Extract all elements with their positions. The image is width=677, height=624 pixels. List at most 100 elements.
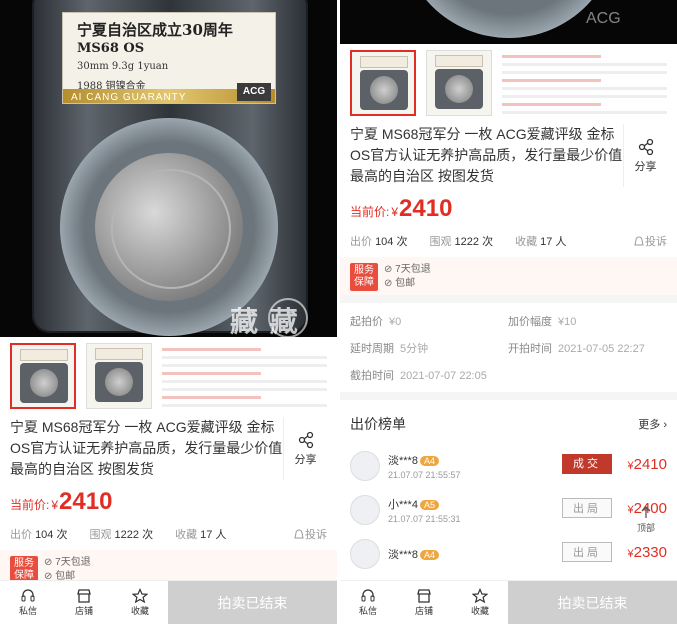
bidder: 淡***8 A4: [388, 546, 439, 562]
more-bids-link[interactable]: 更多 ›: [638, 416, 667, 432]
share-label: 分享: [294, 453, 317, 466]
bids-header: 出价榜单 更多 ›: [340, 400, 677, 444]
avatar: [350, 451, 380, 481]
product-title: 宁夏 MS68冠军分 一枚 ACG爱藏评级 金标OS官方认证无养护高品质，发行量…: [350, 126, 623, 184]
bids-stat: 出价 104 次: [350, 236, 408, 248]
bidder: 小***4 A5 21.07.07 21:55:31: [388, 499, 461, 524]
watermark: 藏 藏: [230, 306, 300, 337]
share-icon: [298, 431, 313, 448]
bidder: 淡***8 A4 21.07.07 21:55:57: [388, 455, 461, 480]
label-guaranty: AI CANG GUARANTY: [71, 92, 187, 103]
coin-photo-sliver[interactable]: ACG: [340, 0, 677, 44]
screenshot: 宁夏自治区成立30周年 MS68 OS 30mm 9.3g 1yuan 1988…: [0, 0, 677, 624]
share-button[interactable]: 分享: [623, 124, 667, 187]
thumbnail-1[interactable]: [350, 50, 416, 116]
price-row: 当前价: ¥ 2410: [0, 480, 337, 516]
label-grade: MS68 OS: [77, 41, 145, 56]
coin: [95, 153, 243, 301]
coin-photo[interactable]: 宁夏自治区成立30周年 MS68 OS 30mm 9.3g 1yuan 1988…: [0, 0, 337, 337]
start-price: 起拍价 ¥0: [350, 315, 402, 328]
divider: [340, 392, 677, 400]
shop-button[interactable]: 店铺: [396, 581, 452, 624]
bids-stat: 出价 104 次: [10, 529, 68, 541]
service-item: ⊘ 包邮: [384, 278, 416, 289]
views-stat: 围观 1222 次: [89, 529, 154, 541]
headset-icon: [361, 589, 375, 602]
bottom-bar: 私信 店铺 收藏 拍卖已结束: [0, 580, 337, 624]
delay-period: 延时周期 5分钟: [350, 342, 429, 355]
bid-status-out: 出局: [562, 542, 612, 562]
bid-row: 淡***8 A4 出局 ¥2330: [340, 532, 677, 576]
favorites-stat: 收藏 17 人: [515, 236, 567, 248]
service-item: ⊘ 7天包退: [384, 264, 431, 275]
arrow-up-icon: [641, 506, 651, 518]
price-row: 当前价: ¥ 2410: [340, 187, 677, 223]
label-spec: 30mm 9.3g 1yuan: [77, 61, 169, 72]
report-icon: [294, 529, 304, 539]
thumbnail-2[interactable]: [426, 50, 492, 116]
headset-icon: [21, 589, 35, 602]
label-title: 宁夏自治区成立30周年: [77, 21, 233, 39]
share-label: 分享: [634, 160, 657, 173]
close-time: 截拍时间 2021-07-07 22:05: [350, 369, 487, 382]
shop-icon: [417, 589, 431, 603]
message-button[interactable]: 私信: [340, 581, 396, 624]
acg-watermark: ACG: [586, 10, 621, 27]
shop-button[interactable]: 店铺: [56, 581, 112, 624]
grading-label: 宁夏自治区成立30周年 MS68 OS 30mm 9.3g 1yuan 1988…: [62, 12, 276, 104]
service-tag: 服务保障: [350, 263, 378, 291]
title-row: 宁夏 MS68冠军分 一枚 ACG爱藏评级 金标OS官方认证无养护高品质，发行量…: [340, 120, 677, 187]
price-symbol: ¥: [391, 205, 399, 219]
favorite-button[interactable]: 收藏: [112, 581, 168, 624]
stats-row: 出价 104 次 围观 1222 次 收藏 17 人 投诉: [340, 223, 677, 257]
service-list: ⊘ 7天包退 ⊘ 包邮: [384, 263, 431, 291]
report-button[interactable]: 投诉: [633, 233, 667, 249]
service-item: ⊘ 7天包退: [44, 557, 91, 568]
message-button[interactable]: 私信: [0, 581, 56, 624]
product-title: 宁夏 MS68冠军分 一枚 ACG爱藏评级 金标OS官方认证无养护高品质，发行量…: [10, 419, 283, 477]
left-panel: 宁夏自治区成立30周年 MS68 OS 30mm 9.3g 1yuan 1988…: [0, 0, 337, 624]
bid-price: ¥2330: [627, 544, 668, 561]
views-stat: 围观 1222 次: [429, 236, 494, 248]
star-icon: [132, 588, 148, 604]
bid-row: 小***4 A5 21.07.07 21:55:31 出局 ¥2400: [340, 488, 677, 532]
avatar: [350, 539, 380, 569]
price-label: 当前价:: [350, 205, 390, 219]
bottom-bar: 私信 店铺 收藏 拍卖已结束: [340, 580, 677, 624]
auction-info: 起拍价 ¥0 加价幅度 ¥10 延时周期 5分钟 开拍时间 2021-07-05 22:…: [340, 303, 677, 392]
price-value: 2410: [59, 488, 113, 515]
thumbnail-strip: [0, 337, 337, 413]
auction-ended-button[interactable]: 拍卖已结束: [168, 581, 337, 624]
report-button[interactable]: 投诉: [293, 526, 327, 542]
price-label: 当前价:: [10, 498, 50, 512]
price-symbol: ¥: [51, 498, 59, 512]
divider: [340, 295, 677, 303]
price-value: 2410: [399, 195, 453, 222]
title-row: 宁夏 MS68冠军分 一枚 ACG爱藏评级 金标OS官方认证无养护高品质，发行量…: [0, 413, 337, 480]
bids-heading: 出价榜单: [350, 416, 406, 432]
report-icon: [634, 236, 644, 246]
acg-logo: ACG: [237, 83, 271, 101]
bid-status-out: 出局: [562, 498, 612, 518]
stats-row: 出价 104 次 围观 1222 次 收藏 17 人 投诉: [0, 516, 337, 550]
thumbnail-strip: [340, 44, 677, 120]
back-to-top-button[interactable]: 顶部: [637, 505, 655, 534]
service-row[interactable]: 服务保障 ⊘ 7天包退 ⊘ 包邮: [340, 257, 677, 295]
thumbnail-1[interactable]: [10, 343, 76, 409]
share-icon: [638, 138, 653, 155]
star-icon: [472, 588, 488, 604]
right-panel: ACG 宁夏 MS68冠军分 一枚 ACG爱藏评级 金标OS官方认证无养护高品质…: [340, 0, 677, 624]
favorite-button[interactable]: 收藏: [452, 581, 508, 624]
avatar: [350, 495, 380, 525]
bid-status-won: 成交: [562, 454, 612, 474]
thumbnail-2[interactable]: [86, 343, 152, 409]
share-button[interactable]: 分享: [283, 417, 327, 480]
thumbnail-description: [502, 50, 667, 116]
auction-ended-button[interactable]: 拍卖已结束: [508, 581, 677, 624]
bid-price: ¥2410: [627, 456, 668, 473]
favorites-stat: 收藏 17 人: [175, 529, 227, 541]
shop-icon: [77, 589, 91, 603]
open-time: 开拍时间 2021-07-05 22:27: [508, 342, 645, 355]
bid-row: 淡***8 A4 21.07.07 21:55:57 成交 ¥2410: [340, 444, 677, 488]
thumbnail-description: [162, 343, 327, 409]
